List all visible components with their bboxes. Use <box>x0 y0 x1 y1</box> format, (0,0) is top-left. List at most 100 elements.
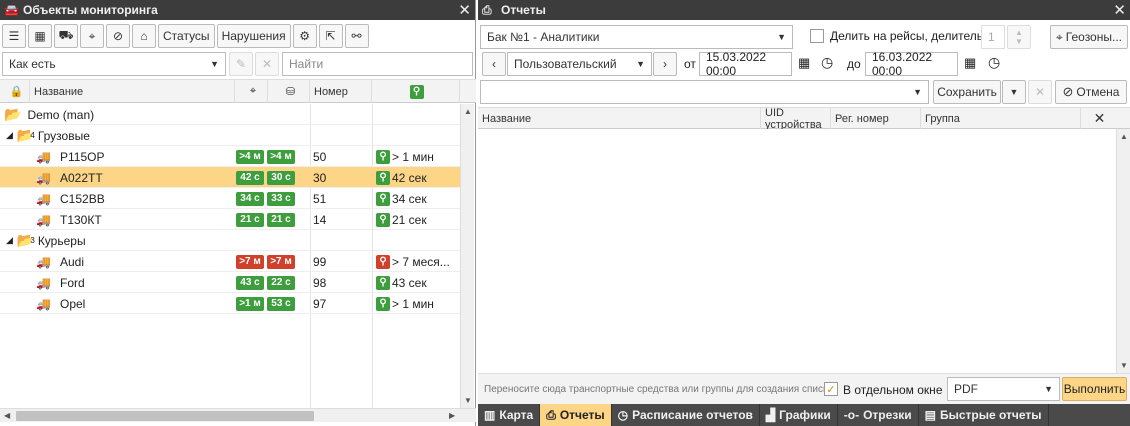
object-row[interactable]: 🚚 Т130КТ 21 с 21 с 14 ⚲ 21 сек <box>0 209 460 230</box>
reg-number-column-header[interactable]: Рег. номер <box>831 108 921 129</box>
scroll-down-icon[interactable]: ▼ <box>464 396 472 405</box>
sort-select[interactable]: Как есть ▼ <box>2 52 226 76</box>
connection-badge[interactable]: >4 м <box>236 149 264 164</box>
name-column-header[interactable]: Название <box>30 80 235 103</box>
hide-icon-button[interactable]: ⊘ <box>106 24 130 48</box>
object-row[interactable]: 🚚 Ford 43 с 22 с 98 ⚲ 43 сек <box>0 272 460 293</box>
clock-icon[interactable]: ◷ <box>988 54 1000 71</box>
folder-open-icon: 📂 <box>4 106 22 122</box>
statuses-button[interactable]: Статусы <box>158 24 215 48</box>
save-options-button[interactable]: ▼ <box>1002 80 1026 104</box>
violations-button[interactable]: Нарушения <box>216 24 291 48</box>
group-column-header[interactable]: Группа <box>921 108 1081 129</box>
number-column-header[interactable]: Номер <box>310 80 372 103</box>
settings-button[interactable]: ⚙ <box>292 24 317 48</box>
tab-map[interactable]: ▥ Карта <box>478 404 541 426</box>
connection-badge[interactable]: >1 м <box>236 296 264 311</box>
period-select[interactable]: Пользовательский ▼ <box>507 52 652 76</box>
format-select[interactable]: PDF ▼ <box>947 377 1060 401</box>
report-template-select[interactable]: Бак №1 - Аналитики ▼ <box>480 25 793 49</box>
clear-button[interactable]: ✕ <box>255 52 279 76</box>
connection-badge[interactable]: >7 м <box>236 254 264 269</box>
scroll-up-icon[interactable]: ▲ <box>464 107 472 116</box>
vehicle-icon: 🚚 <box>36 149 51 164</box>
report-list-scrollbar[interactable]: ▲ ▼ <box>1116 129 1130 373</box>
group-row[interactable]: ◢ 📂 4 Грузовые <box>0 125 460 146</box>
monitoring-objects-panel: 🚘 Объекты мониторинга ✕ ☰ ▦ ⛟ ⌖ ⊘ ⌂ Стат… <box>0 0 476 426</box>
root-group-row[interactable]: 📂 Demo (man) <box>0 104 460 125</box>
tab-quick-reports[interactable]: ▤ Быстрые отчеты <box>919 404 1049 426</box>
object-list-select[interactable]: ▼ <box>480 80 929 104</box>
group-row[interactable]: ◢ 📂 3 Курьеры <box>0 230 460 251</box>
database-column-icon[interactable]: ⛁ <box>268 80 310 103</box>
calendar-icon[interactable]: ▦ <box>964 55 976 71</box>
object-row[interactable]: 🚚 С152ВВ 34 с 33 с 51 ⚲ 34 сек <box>0 188 460 209</box>
name-column-header[interactable]: Название <box>478 108 761 129</box>
location-pin-button[interactable]: ⌖ <box>80 24 104 48</box>
scroll-left-icon[interactable]: ◀ <box>4 411 10 420</box>
calendar-icon[interactable]: ▦ <box>798 55 810 71</box>
share-button[interactable]: ⚯ <box>344 24 369 48</box>
object-number: 99 <box>313 254 327 269</box>
data-badge[interactable]: 21 с <box>267 212 295 227</box>
edit-button[interactable]: ✎ <box>229 52 253 76</box>
separate-window-checkbox[interactable]: ✓ <box>824 382 838 396</box>
previous-period-button[interactable]: ‹ <box>482 52 506 76</box>
divider-stepper[interactable]: ▲ ▼ <box>1007 25 1031 49</box>
scroll-right-icon[interactable]: ▶ <box>449 411 455 420</box>
connection-badge[interactable]: 21 с <box>236 212 264 227</box>
data-badge[interactable]: >4 м <box>267 149 295 164</box>
tab-report-schedule[interactable]: ◷ Расписание отчетов <box>612 404 760 426</box>
tab-charts[interactable]: ▟ Графики <box>760 404 838 426</box>
tag-button[interactable]: ⌂ <box>132 24 156 48</box>
object-number: 98 <box>313 275 327 290</box>
search-input[interactable]: Найти <box>282 52 473 76</box>
next-period-button[interactable]: › <box>653 52 677 76</box>
clear-list-icon[interactable]: ✕ <box>1081 108 1114 129</box>
split-trips-checkbox[interactable] <box>810 29 824 43</box>
data-badge[interactable]: 33 с <box>267 191 295 206</box>
tab-reports[interactable]: ⎙ Отчеты <box>540 404 612 426</box>
motion-column-icon[interactable]: ⚲ <box>372 80 460 103</box>
from-date-input[interactable]: 15.03.2022 00:00 <box>699 50 792 78</box>
clear-button[interactable]: ✕ <box>1028 80 1052 104</box>
data-badge[interactable]: 30 с <box>267 170 295 185</box>
tab-segments[interactable]: -o- Отрезки <box>838 404 919 426</box>
connection-badge[interactable]: 42 с <box>236 170 264 185</box>
horizontal-scrollbar[interactable]: ◀ ▶ <box>0 408 476 422</box>
lock-column-icon[interactable]: 🔒 <box>0 80 30 103</box>
object-row[interactable]: 🚚 А022ТТ 42 с 30 с 30 ⚲ 42 сек <box>0 167 460 188</box>
scroll-up-icon[interactable]: ▲ <box>1120 132 1128 141</box>
object-row[interactable]: 🚚 Р115ОР >4 м >4 м 50 ⚲ > 1 мин <box>0 146 460 167</box>
connection-badge[interactable]: 43 с <box>236 275 264 290</box>
execute-button[interactable]: Выполнить <box>1062 377 1127 401</box>
gps-column-icon[interactable]: ⌖ <box>235 80 268 103</box>
data-badge[interactable]: 53 с <box>267 296 295 311</box>
tab-report-schedule-label: Расписание отчетов <box>632 408 753 422</box>
cancel-button[interactable]: ⊘ Отмена <box>1055 80 1127 104</box>
object-number: 97 <box>313 296 327 311</box>
horizontal-scroll-thumb[interactable] <box>16 411 314 421</box>
list-view-button[interactable]: ☰ <box>2 24 26 48</box>
to-date-input[interactable]: 16.03.2022 00:00 <box>865 50 958 78</box>
save-button[interactable]: Сохранить <box>933 80 1001 104</box>
export-button[interactable]: ⇱ <box>318 24 343 48</box>
object-row[interactable]: 🚚 Audi >7 м >7 м 99 ⚲ > 7 меся... <box>0 251 460 272</box>
collapse-triangle-icon[interactable]: ◢ <box>6 130 13 141</box>
collapse-triangle-icon[interactable]: ◢ <box>6 235 13 246</box>
vertical-scrollbar[interactable]: ▲ ▼ <box>460 104 474 408</box>
close-icon[interactable]: ✕ <box>458 1 471 19</box>
vehicles-button[interactable]: ⛟ <box>54 24 78 48</box>
geozones-button[interactable]: ⌖ Геозоны... <box>1050 25 1128 49</box>
connection-badge[interactable]: 34 с <box>236 191 264 206</box>
motion-state-icon: ⚲ <box>376 191 390 206</box>
data-badge[interactable]: 22 с <box>267 275 295 290</box>
scroll-down-icon[interactable]: ▼ <box>1120 361 1128 370</box>
data-badge[interactable]: >7 м <box>267 254 295 269</box>
divider-input[interactable]: 1 <box>981 25 1005 49</box>
clock-icon[interactable]: ◷ <box>821 54 833 71</box>
table-view-button[interactable]: ▦ <box>28 24 52 48</box>
close-icon[interactable]: ✕ <box>1113 1 1126 19</box>
uid-column-header[interactable]: UID устройства <box>761 107 831 131</box>
object-row[interactable]: 🚚 Opel >1 м 53 с 97 ⚲ > 1 мин <box>0 293 460 314</box>
